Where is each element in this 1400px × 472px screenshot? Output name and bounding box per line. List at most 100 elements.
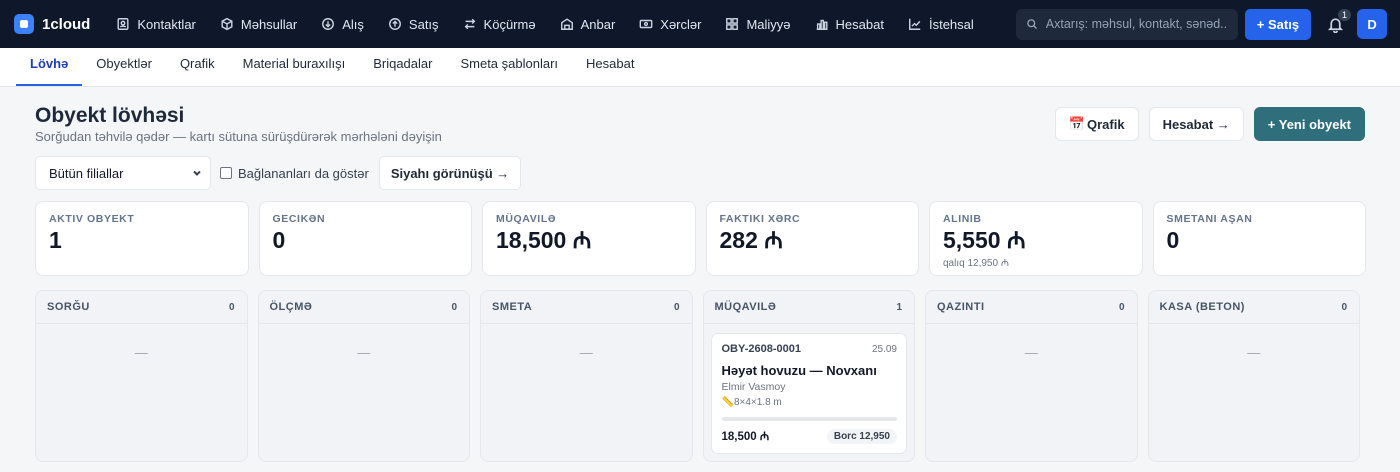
tab-objects[interactable]: Obyektlər <box>82 47 166 86</box>
column-count: 0 <box>451 301 457 313</box>
object-client: Elmir Vasmoy <box>721 381 786 393</box>
nav-item-purchase[interactable]: Alış <box>309 0 376 48</box>
chevron-down-icon <box>193 170 201 176</box>
nav-item-finance[interactable]: Maliyyə <box>713 0 802 48</box>
report-button[interactable]: Hesabat → <box>1148 107 1244 141</box>
nav-label: Satış <box>408 16 439 32</box>
nav-item-sales[interactable]: Satış <box>376 0 451 48</box>
stat-label: Faktiki xərc <box>719 213 801 225</box>
nav-item-contacts[interactable]: Kontaktlar <box>104 0 208 48</box>
object-code: OBY-2608-0001 <box>721 343 802 355</box>
search-icon <box>1026 19 1037 29</box>
tab-schedule[interactable]: Qrafik <box>166 47 229 86</box>
stat-value: 282 ₼ <box>719 227 783 253</box>
search-input[interactable] <box>1045 17 1228 31</box>
schedule-button[interactable]: 📅 Qrafik <box>1054 107 1139 141</box>
stat-value: 0 <box>1166 227 1180 253</box>
kanban-column-excavation[interactable]: Qazıntı 0 — <box>925 290 1138 462</box>
page-title: Obyekt lövhəsi <box>35 104 185 127</box>
global-search[interactable] <box>1015 8 1238 40</box>
schedule-button-label: Qrafik <box>1087 116 1125 132</box>
column-title: Sorğu <box>47 301 90 313</box>
tab-board[interactable]: Lövhə <box>16 47 83 86</box>
column-header: Qazıntı 0 <box>926 291 1137 324</box>
branch-select[interactable]: Bütün filiallar <box>35 156 211 190</box>
stat-label: Aktiv obyekt <box>49 213 135 225</box>
nav-label: Kontaktlar <box>137 16 196 32</box>
tab-material-release[interactable]: Material buraxılışı <box>229 47 360 86</box>
nav-label: Anbar <box>580 16 616 32</box>
nav-item-report[interactable]: Hesabat <box>803 0 896 48</box>
show-connected-label: Bağlananları da göstər <box>238 165 369 181</box>
kanban-column-contract[interactable]: Müqavilə 1 OBY-2608-0001 25.09 Həyət hov… <box>702 290 915 462</box>
cash-icon <box>639 19 653 29</box>
bar-chart-icon <box>816 19 828 30</box>
nav-item-products[interactable]: Məhsullar <box>208 0 309 48</box>
list-view-button[interactable]: Siyahı görünüşü → <box>378 156 522 190</box>
line-chart-icon <box>909 18 921 30</box>
object-amount: 18,500 ₼ <box>721 431 770 443</box>
nav-item-overflow[interactable] <box>986 0 1010 48</box>
stat-label: Smetanı aşan <box>1166 213 1253 225</box>
header-actions: 📅 Qrafik Hesabat → + Yeni obyekt <box>1054 107 1365 141</box>
object-dimensions: 📏8×4×1.8 m <box>721 397 782 408</box>
nav-item-warehouse[interactable]: Anbar <box>548 0 628 48</box>
download-icon <box>322 18 335 30</box>
kanban-column-concrete-shell[interactable]: Kasa (beton) 0 — <box>1147 290 1360 462</box>
column-header: Sorğu 0 <box>36 291 247 324</box>
nav-label: İstehsal <box>928 16 974 32</box>
tab-brigades[interactable]: Briqadalar <box>359 47 446 86</box>
new-sale-button[interactable]: + Satış <box>1244 8 1312 40</box>
tab-report[interactable]: Hesabat <box>572 47 648 86</box>
stat-card-over-estimate: Smetanı aşan 0 <box>1152 201 1366 276</box>
tab-estimate-templates[interactable]: Smeta şablonları <box>446 47 572 86</box>
new-object-button[interactable]: + Yeni obyekt <box>1253 107 1365 141</box>
section-tabs: Lövhə Obyektlər Qrafik Material buraxılı… <box>0 48 1400 87</box>
filter-bar: Bütün filiallar Bağlananları da göstər S… <box>35 156 522 190</box>
object-title: Həyət hovuzu — Novxanı <box>721 363 877 378</box>
nav-item-production[interactable]: İstehsal <box>896 0 986 48</box>
nav-item-expenses[interactable]: Xərclər <box>627 0 713 48</box>
contact-icon <box>117 18 129 30</box>
stat-value: 1 <box>49 227 62 253</box>
column-empty-placeholder: — <box>1024 344 1038 360</box>
cloud-logo-icon <box>14 14 34 34</box>
main-nav: Kontaktlar Məhsullar Alış Satış Köçürmə … <box>104 0 1009 48</box>
kanban-column-estimate[interactable]: Smeta 0 — <box>480 290 693 462</box>
nav-label: Hesabat <box>835 16 884 32</box>
stat-card-actual-cost: Faktiki xərc 282 ₼ <box>705 201 919 276</box>
column-count: 0 <box>673 301 680 313</box>
column-title: Smeta <box>492 301 533 313</box>
object-date: 25.09 <box>871 343 897 355</box>
upload-icon <box>388 18 401 30</box>
nav-label: Köçürmə <box>483 16 536 32</box>
column-header: Müqavilə 1 <box>703 291 914 324</box>
payment-progress-bar <box>721 417 897 421</box>
show-connected-toggle[interactable]: Bağlananları da göstər <box>220 166 369 181</box>
user-avatar[interactable]: D <box>1357 9 1388 39</box>
column-count: 0 <box>1341 301 1347 313</box>
column-title: Qazıntı <box>937 301 985 313</box>
app-logo[interactable]: 1cloud <box>14 14 90 34</box>
stat-card-contract: Müqavilə 18,500 ₼ <box>482 201 696 276</box>
column-header: Smeta 0 <box>481 291 692 324</box>
show-connected-checkbox[interactable] <box>220 167 232 179</box>
stat-value: 0 <box>272 227 286 253</box>
nav-item-transfer[interactable]: Köçürmə <box>451 0 548 48</box>
kanban-column-measurement[interactable]: Ölçmə 0 — <box>257 290 470 462</box>
column-title: Ölçmə <box>269 301 313 313</box>
stats-row: Aktiv obyekt 1 Gecikən 0 Müqavilə 18,500… <box>35 201 1366 276</box>
column-count: 1 <box>896 301 902 313</box>
column-title: Müqavilə <box>714 301 777 313</box>
stat-value: 5,550 ₼ <box>943 227 1026 253</box>
nav-label: Alış <box>342 16 364 32</box>
notifications-button[interactable]: 1 <box>1325 9 1352 36</box>
stat-remaining: qalıq 12,950 ₼ <box>943 258 1009 269</box>
card-footer: 18,500 ₼ Borc 12,950 <box>721 429 897 444</box>
object-card[interactable]: OBY-2608-0001 25.09 Həyət hovuzu — Novxa… <box>710 333 907 454</box>
nav-label: Xərclər <box>660 16 702 32</box>
stat-card-delayed: Gecikən 0 <box>258 201 472 276</box>
column-count: 0 <box>228 301 235 313</box>
stat-card-received: Alınıb 5,550 ₼ qalıq 12,950 ₼ <box>929 201 1143 276</box>
kanban-column-request[interactable]: Sorğu 0 — <box>35 290 248 462</box>
